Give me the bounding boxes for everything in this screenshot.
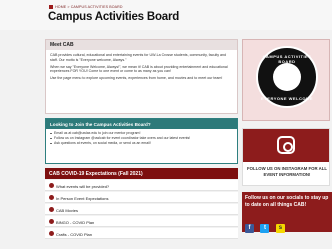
join-item-questions: Ask questions at events, on social media… (50, 141, 233, 146)
instagram-icon[interactable] (277, 136, 295, 154)
snapchat-icon[interactable]: s (275, 224, 285, 233)
cab-logo-panel: CAMPUS ACTIVITIES BOARD EVERYONE WELCOME (242, 39, 330, 121)
accordion-item[interactable]: CAB Movies (45, 204, 238, 215)
meet-cab-title: Meet CAB (46, 40, 237, 50)
logo-emblem (273, 63, 301, 91)
accordion-label: What events will be provided? (56, 183, 110, 189)
breadcrumb-home[interactable]: HOME (55, 5, 66, 9)
join-cab-panel: Looking to Join the Campus Activities Bo… (45, 118, 238, 164)
expand-icon[interactable] (49, 218, 54, 224)
accordion-item[interactable]: What events will be provided? (45, 180, 238, 191)
accordion-item[interactable]: In Person Event Expectations (45, 192, 238, 203)
social-icons: f t s (245, 216, 287, 233)
socials-text: Follow us on our socials to stay up to d… (245, 195, 329, 208)
expand-icon[interactable] (49, 194, 54, 200)
breadcrumb-current: CAMPUS ACTIVITIES BOARD (70, 5, 123, 9)
instagram-caption: FOLLOW US ON INSTAGRAM FOR ALL EVENT INF… (247, 166, 327, 177)
join-cab-list: Email us at cab@uwlax.edu to join our me… (46, 129, 237, 148)
meet-cab-panel: Meet CAB CAB provides cultural, educatio… (45, 39, 238, 114)
instagram-panel[interactable]: FOLLOW US ON INSTAGRAM FOR ALL EVENT INF… (242, 128, 330, 186)
join-cab-title: Looking to Join the Campus Activities Bo… (46, 119, 237, 129)
accordion-label: Crafts - COVID Plan (56, 231, 93, 237)
accordion-item[interactable]: BINGO - COVID Plan (45, 216, 238, 227)
facebook-icon[interactable]: f (245, 224, 254, 233)
accordion-label: In Person Event Expectations (56, 195, 109, 201)
expand-icon[interactable] (49, 182, 54, 188)
breadcrumb-separator: > (67, 5, 70, 9)
meet-paragraph-3: Use the page menu to explore upcoming ev… (50, 76, 223, 81)
expand-icon[interactable] (49, 206, 54, 212)
logo-bottom-text: EVERYONE WELCOME (260, 96, 314, 101)
home-icon[interactable] (49, 5, 53, 10)
meet-paragraph-2: When we say "Everyone Welcome, Always!",… (50, 64, 228, 74)
meet-paragraph-1: CAB provides cultural, educational and e… (50, 53, 227, 62)
accordion-item[interactable]: Crafts - COVID Plan (45, 228, 238, 239)
cab-logo: CAMPUS ACTIVITIES BOARD EVERYONE WELCOME (256, 46, 318, 108)
covid-expectations-title: CAB COVID-19 Expectations (Fall 2021) (45, 168, 238, 179)
accordion-label: CAB Movies (56, 207, 79, 213)
expand-icon[interactable] (49, 230, 54, 236)
socials-panel: Follow us on our socials to stay up to d… (242, 192, 332, 233)
twitter-icon[interactable]: t (260, 224, 270, 233)
accordion-label: BINGO - COVID Plan (56, 219, 95, 225)
page-title: Campus Activities Board (48, 11, 180, 23)
page-header: HOME > CAMPUS ACTIVITIES BOARD Campus Ac… (0, 0, 332, 30)
breadcrumb: HOME > CAMPUS ACTIVITIES BOARD (49, 5, 123, 10)
